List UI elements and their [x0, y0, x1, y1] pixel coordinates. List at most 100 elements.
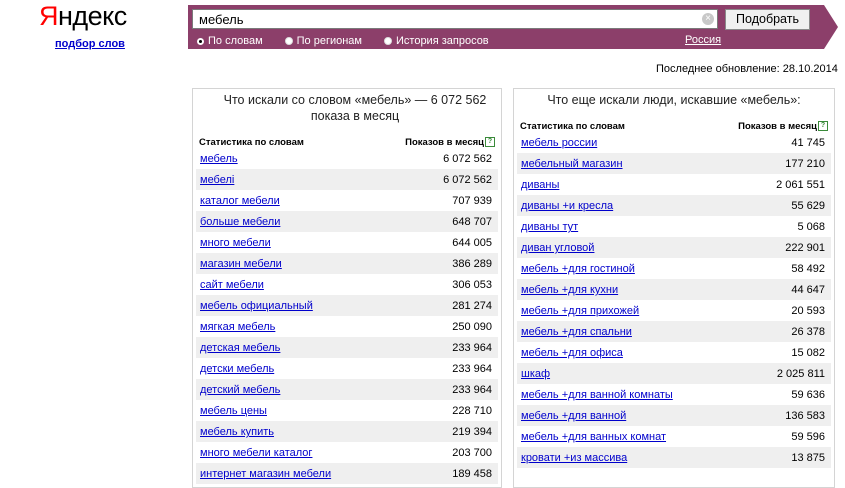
- table-row: мебель +для гостиной 58 492: [517, 258, 831, 279]
- keyword-link[interactable]: диваны: [521, 179, 559, 191]
- keyword-link[interactable]: много мебели: [200, 237, 271, 249]
- table-row: детски мебель 233 964: [196, 358, 498, 379]
- shows-count: 26 378: [791, 326, 825, 338]
- search-button[interactable]: Подобрать: [725, 9, 810, 30]
- keyword-link[interactable]: мебель +для ванной: [521, 410, 626, 422]
- shows-count: 41 745: [791, 137, 825, 149]
- table-row: мебель +для ванной комнаты 59 636: [517, 384, 831, 405]
- right-results-panel: Что еще искали люди, искавшие «мебель»: …: [513, 88, 835, 488]
- logo-first-letter: Я: [39, 1, 59, 31]
- wordstat-link[interactable]: подбор слов: [55, 38, 125, 50]
- keyword-link[interactable]: мебель +для кухни: [521, 284, 618, 296]
- radio-selected-icon: [197, 37, 204, 45]
- shows-count: 136 583: [785, 410, 825, 422]
- table-row: каталог мебели 707 939: [196, 190, 498, 211]
- search-mode-group: По словам По регионам История запросов: [197, 34, 511, 48]
- keyword-link[interactable]: мебель россии: [521, 137, 597, 149]
- keyword-link[interactable]: больше мебели: [200, 216, 280, 228]
- keyword-link[interactable]: кровати +из массива: [521, 452, 627, 464]
- table-row: мебель россии 41 745: [517, 132, 831, 153]
- keyword-link[interactable]: каталог мебели: [200, 195, 280, 207]
- table-row: мебель +для кухни 44 647: [517, 279, 831, 300]
- table-row: много мебели 644 005: [196, 232, 498, 253]
- table-row: диван угловой 222 901: [517, 237, 831, 258]
- table-row: детская мебель 233 964: [196, 337, 498, 358]
- keyword-link[interactable]: шкаф: [521, 368, 550, 380]
- column-header-words: Статистика по словам: [520, 121, 625, 132]
- keyword-link[interactable]: детски мебель: [200, 363, 274, 375]
- shows-count: 2 025 811: [776, 368, 825, 380]
- shows-count: 2 061 551: [776, 179, 825, 191]
- keyword-link[interactable]: мебель: [200, 153, 238, 165]
- left-panel-title: Что искали со словом «мебель» — 6 072 56…: [223, 93, 487, 123]
- keyword-link[interactable]: сайт мебели: [200, 279, 264, 291]
- keyword-link[interactable]: интернет магазин мебели: [200, 468, 331, 480]
- column-header-shows: Показов в месяц?: [405, 137, 495, 148]
- table-row: мебель +для спальни 26 378: [517, 321, 831, 342]
- keyword-link[interactable]: мебельный магазин: [521, 158, 623, 170]
- keyword-link[interactable]: много мебели каталог: [200, 447, 312, 459]
- shows-count: 177 210: [785, 158, 825, 170]
- table-row: мебель +для ванных комнат 59 596: [517, 426, 831, 447]
- column-header-words: Статистика по словам: [199, 137, 304, 148]
- mode-label: История запросов: [396, 35, 489, 47]
- region-link[interactable]: Россия: [685, 34, 721, 46]
- keyword-link[interactable]: мебель официальный: [200, 300, 313, 312]
- clear-icon[interactable]: ×: [702, 13, 714, 25]
- shows-count: 228 710: [452, 405, 492, 417]
- shows-count: 219 394: [452, 426, 492, 438]
- mode-by-words[interactable]: По словам: [197, 35, 263, 47]
- shows-count: 6 072 562: [443, 153, 492, 165]
- keyword-link[interactable]: мебель +для офиса: [521, 347, 623, 359]
- keyword-link[interactable]: мягкая мебель: [200, 321, 275, 333]
- column-header-shows: Показов в месяц?: [738, 121, 828, 132]
- table-row: диваны тут 5 068: [517, 216, 831, 237]
- table-row: мебельный магазин 177 210: [517, 153, 831, 174]
- keyword-link[interactable]: мебель купить: [200, 426, 274, 438]
- mode-by-regions[interactable]: По регионам: [284, 35, 362, 47]
- search-input[interactable]: [192, 9, 718, 29]
- search-panel-arrow: [824, 5, 838, 49]
- keyword-link[interactable]: детская мебель: [200, 342, 280, 354]
- table-row: много мебели каталог 203 700: [196, 442, 498, 463]
- table-row: мебелі 6 072 562: [196, 169, 498, 190]
- table-row: больше мебели 648 707: [196, 211, 498, 232]
- shows-count: 203 700: [452, 447, 492, 459]
- keyword-link[interactable]: мебель +для прихожей: [521, 305, 639, 317]
- radio-icon: [284, 37, 293, 45]
- help-icon[interactable]: ?: [485, 137, 495, 148]
- table-row: шкаф 2 025 811: [517, 363, 831, 384]
- keyword-link[interactable]: диваны +и кресла: [521, 200, 613, 212]
- keyword-link[interactable]: мебель +для спальни: [521, 326, 632, 338]
- mode-label: По словам: [208, 35, 263, 47]
- shows-count: 644 005: [452, 237, 492, 249]
- keyword-link[interactable]: мебель +для ванной комнаты: [521, 389, 673, 401]
- shows-count: 58 492: [791, 263, 825, 275]
- table-row: кровати +из массива 13 875: [517, 447, 831, 468]
- shows-count: 5 068: [797, 221, 825, 233]
- table-row: мебель +для прихожей 20 593: [517, 300, 831, 321]
- keyword-link[interactable]: детский мебель: [200, 384, 280, 396]
- keyword-link[interactable]: мебель +для гостиной: [521, 263, 635, 275]
- left-results-panel: Что искали со словом «мебель» — 6 072 56…: [192, 88, 502, 488]
- table-row: мебель официальный 281 274: [196, 295, 498, 316]
- keyword-link[interactable]: мебель +для ванных комнат: [521, 431, 666, 443]
- shows-count: 233 964: [452, 384, 492, 396]
- keyword-link[interactable]: диваны тут: [521, 221, 578, 233]
- help-icon[interactable]: ?: [818, 121, 828, 132]
- keyword-link[interactable]: мебелі: [200, 174, 234, 186]
- shows-count: 59 596: [791, 431, 825, 443]
- shows-count: 707 939: [452, 195, 492, 207]
- radio-icon: [384, 37, 392, 45]
- table-row: магазин мебели 386 289: [196, 253, 498, 274]
- mode-history[interactable]: История запросов: [384, 35, 489, 47]
- keyword-link[interactable]: диван угловой: [521, 242, 594, 254]
- table-row: мебель +для ванной 136 583: [517, 405, 831, 426]
- table-row: мебель купить 219 394: [196, 421, 498, 442]
- shows-count: 233 964: [452, 342, 492, 354]
- keyword-link[interactable]: мебель цены: [200, 405, 267, 417]
- yandex-logo[interactable]: Яндекс: [39, 0, 127, 32]
- keyword-link[interactable]: магазин мебели: [200, 258, 282, 270]
- shows-count: 250 090: [452, 321, 492, 333]
- shows-count: 44 647: [791, 284, 825, 296]
